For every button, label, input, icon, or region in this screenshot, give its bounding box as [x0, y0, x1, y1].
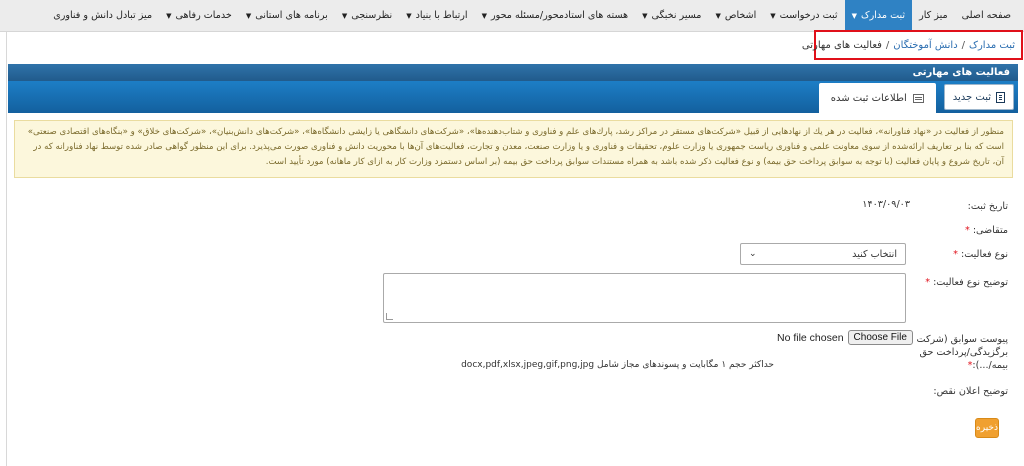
applicant-label: متقاضی: *: [965, 225, 1008, 236]
nav-item-3[interactable]: ثبت مدارک ▼: [844, 0, 913, 31]
caret-down-icon: ▼: [770, 11, 776, 20]
panel-title-text: فعالیت های مهارتی: [912, 67, 1010, 78]
nav-item-label: ثبت درخواست: [779, 10, 838, 21]
nav-item-6[interactable]: مسیر نخبگی ▼: [635, 0, 708, 31]
breadcrumb-item-register-documents[interactable]: ثبت مدارک: [969, 40, 1015, 51]
panel-toolbar: ثبت جدید اطلاعات ثبت شده: [8, 81, 1018, 113]
caret-down-icon: ▼: [481, 11, 487, 20]
nav-item-label: ثبت مدارک: [861, 10, 906, 21]
nav-item-label: نظرسنجی: [351, 10, 393, 21]
caret-down-icon: ▼: [166, 11, 172, 20]
new-record-label: ثبت جدید: [952, 91, 991, 103]
caret-down-icon: ▼: [715, 11, 721, 20]
nav-item-label: خدمات رفاهی: [175, 10, 232, 21]
info-alert-text: منظور از فعالیت در «نهاد فناورانه»، فعال…: [27, 127, 1004, 167]
nav-item-8[interactable]: ارتباط با بنیاد ▼: [399, 0, 474, 31]
activity-type-selected: انتخاب کنید: [852, 248, 897, 260]
breadcrumb-item-graduates[interactable]: دانش آموختگان: [893, 40, 957, 51]
breadcrumb-current: فعالیت های مهارتی: [801, 39, 882, 51]
file-status: No file chosen: [777, 331, 844, 344]
date-value: ۱۴۰۳/۰۹/۰۳: [862, 199, 910, 210]
nav-item-label: میز کار: [919, 10, 948, 21]
nav-item-7[interactable]: هسته های استادمحور/مسئله محور ▼: [475, 0, 635, 31]
deficiency-label-text: توضیح اعلان نقص:: [933, 386, 1008, 397]
date-label: تاریخ ثبت:: [968, 201, 1008, 212]
attachment-label-line3: بیمه/...):: [972, 360, 1008, 371]
nav-item-label: صفحه اصلی: [961, 10, 1011, 21]
caret-down-icon: ▼: [341, 11, 348, 20]
date-label-text: تاریخ ثبت:: [967, 201, 1008, 212]
required-marker: *: [964, 225, 970, 236]
activity-type-select[interactable]: انتخاب کنید ⌄: [740, 243, 906, 265]
breadcrumb-separator: /: [961, 39, 966, 51]
save-button[interactable]: ذخیره: [975, 418, 999, 438]
file-input: No file chosen Choose File: [777, 330, 913, 345]
nav-item-label: هسته های استادمحور/مسئله محور: [490, 10, 629, 21]
caret-down-icon: ▼: [245, 11, 252, 20]
new-record-button[interactable]: ثبت جدید: [943, 84, 1014, 110]
caret-down-icon: ▼: [406, 11, 412, 20]
applicant-label-text: متقاضی:: [972, 225, 1008, 236]
main-navbar: صفحه اصلی میز کار ثبت مدارک ▼ ثبت درخواست ▼ اش…: [0, 0, 1024, 32]
required-marker: *: [925, 277, 931, 288]
nav-item-label: اشخاص: [724, 10, 757, 21]
nav-item-5[interactable]: اشخاص ▼: [708, 0, 763, 31]
deficiency-label: توضیح اعلان نقص:: [933, 386, 1008, 397]
resize-handle-icon[interactable]: [386, 313, 393, 320]
activity-desc-label: توضیح نوع فعالیت: *: [925, 277, 1008, 288]
tab-registered-info-label: اطلاعات ثبت شده: [830, 92, 907, 104]
chevron-down-icon: ⌄: [749, 249, 757, 259]
nav-item-12[interactable]: میز تبادل دانش و فناوری: [46, 0, 159, 31]
breadcrumb-separator: /: [885, 39, 890, 51]
activity-desc-textarea[interactable]: [383, 273, 906, 323]
list-icon: [912, 93, 924, 103]
nav-item-4[interactable]: ثبت درخواست ▼: [763, 0, 844, 31]
nav-item-9[interactable]: نظرسنجی ▼: [335, 0, 399, 31]
breadcrumb: ثبت مدارک / دانش آموختگان / فعالیت های م…: [802, 30, 1023, 60]
document-icon: [996, 91, 1005, 103]
nav-item-11[interactable]: خدمات رفاهی ▼: [159, 0, 239, 31]
activity-type-label-text: نوع فعالیت:: [960, 249, 1008, 260]
activity-type-label: نوع فعالیت: *: [953, 249, 1008, 260]
nav-item-10[interactable]: برنامه های استانی ▼: [239, 0, 335, 31]
tab-registered-info[interactable]: اطلاعات ثبت شده: [818, 83, 936, 113]
nav-item-label: ارتباط با بنیاد: [415, 10, 468, 21]
nav-item-label: برنامه های استانی: [255, 10, 328, 21]
nav-item-label: میز تبادل دانش و فناوری: [53, 10, 153, 21]
required-marker: *: [953, 249, 958, 260]
nav-item-label: مسیر نخبگی: [651, 10, 702, 21]
panel-title: فعالیت های مهارتی: [8, 64, 1018, 81]
info-alert: منظور از فعالیت در «نهاد فناورانه»، فعال…: [14, 120, 1013, 178]
caret-down-icon: ▼: [642, 11, 648, 20]
choose-file-button[interactable]: Choose File: [847, 330, 913, 345]
activity-desc-label-text: توضیح نوع فعالیت:: [933, 277, 1008, 288]
file-hint: حداکثر حجم ۱ مگابایت و پسوندهای مجاز شام…: [461, 360, 774, 370]
nav-item-2[interactable]: میز کار: [912, 0, 955, 31]
attachment-label-line2: برگزیدگی/پرداخت حق: [919, 347, 1008, 358]
nav-item-1[interactable]: صفحه اصلی: [955, 0, 1018, 31]
caret-down-icon: ▼: [851, 11, 857, 20]
